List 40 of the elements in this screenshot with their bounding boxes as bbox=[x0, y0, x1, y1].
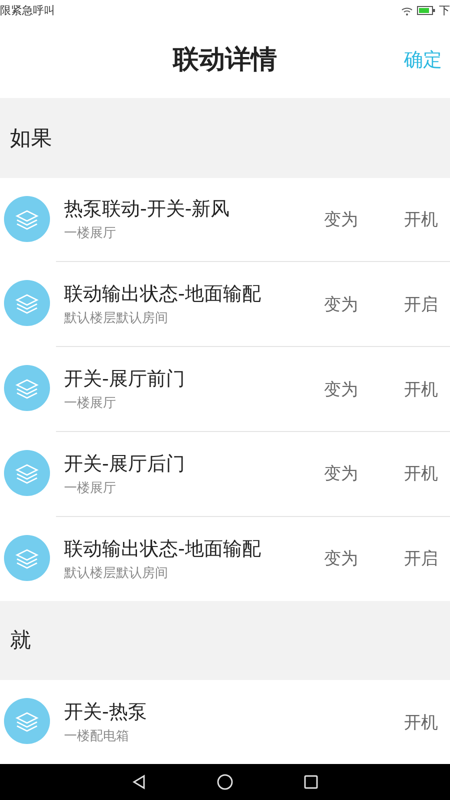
device-location: 一楼展厅 bbox=[64, 395, 117, 412]
device-location: 默认楼层默认房间 bbox=[64, 564, 169, 582]
device-state: 开机 bbox=[404, 463, 439, 486]
condition-verb: 变为 bbox=[324, 548, 359, 570]
device-location: 一楼展厅 bbox=[64, 225, 117, 242]
layers-icon bbox=[4, 365, 50, 412]
device-location: 默认楼层默认房间 bbox=[64, 310, 169, 328]
wifi-icon bbox=[401, 6, 413, 16]
device-state: 开机 bbox=[404, 378, 439, 401]
condition-verb: 变为 bbox=[324, 378, 359, 401]
page-title: 联动详情 bbox=[173, 44, 277, 78]
section-title: 就 bbox=[10, 627, 31, 654]
device-location: 一楼展厅 bbox=[64, 480, 117, 497]
layers-icon bbox=[4, 450, 50, 496]
layers-icon bbox=[4, 280, 50, 326]
device-name: 开关-展厅前门 bbox=[64, 367, 186, 392]
device-state: 开机 bbox=[404, 208, 439, 231]
layers-icon bbox=[4, 534, 50, 581]
device-name: 开关-热泵 bbox=[64, 700, 148, 726]
device-name: 联动输出状态-地面输配 bbox=[64, 282, 262, 308]
battery-icon bbox=[417, 6, 435, 16]
section-title: 如果 bbox=[10, 124, 52, 152]
device-location: 一楼配电箱 bbox=[64, 728, 130, 746]
device-name: 热泵联动-开关-新风 bbox=[64, 197, 231, 222]
layers-icon bbox=[4, 698, 50, 744]
device-state: 开启 bbox=[404, 294, 439, 316]
home-icon[interactable] bbox=[217, 774, 233, 790]
condition-verb: 变为 bbox=[324, 463, 359, 486]
device-state: 开机 bbox=[404, 712, 439, 734]
condition-verb: 变为 bbox=[324, 208, 359, 231]
device-name: 联动输出状态-地面输配 bbox=[64, 536, 262, 562]
carrier-text: 限紧急呼叫 bbox=[0, 3, 55, 18]
layers-icon bbox=[4, 196, 50, 242]
back-icon[interactable] bbox=[131, 774, 147, 790]
recents-icon[interactable] bbox=[303, 774, 319, 790]
time-text: 下 bbox=[439, 3, 450, 18]
confirm-button[interactable]: 确定 bbox=[400, 42, 446, 77]
device-state: 开启 bbox=[404, 548, 439, 570]
condition-verb: 变为 bbox=[324, 294, 359, 316]
device-name: 开关-展厅后门 bbox=[64, 452, 186, 477]
